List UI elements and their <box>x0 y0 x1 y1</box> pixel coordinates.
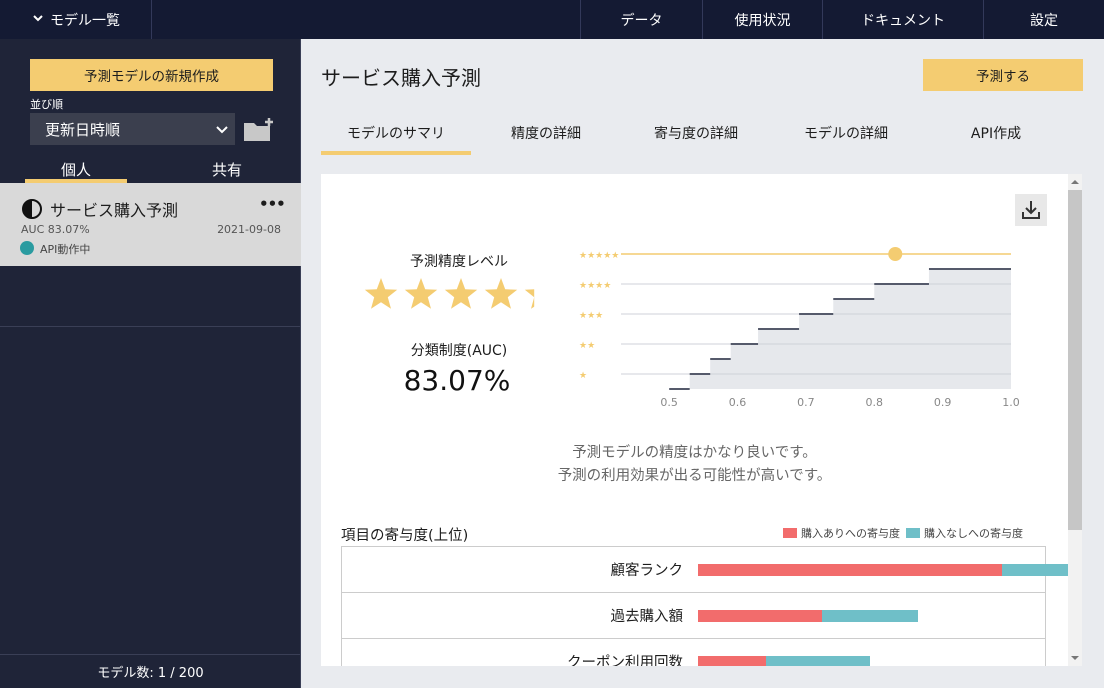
contribution-bar-positive <box>698 656 766 666</box>
tab-personal[interactable]: 個人 <box>25 159 127 183</box>
summary-line-2: 予測の利用効果が出る可能性が高いです。 <box>557 468 832 484</box>
auc-label: 分類制度(AUC) <box>410 343 508 359</box>
chart-x-tick-label: 0.8 <box>866 396 884 409</box>
contribution-bar-negative <box>822 610 918 622</box>
model-item-status: API動作中 <box>40 243 91 256</box>
legend-negative-swatch <box>906 528 920 538</box>
nav-settings[interactable]: 設定 <box>983 0 1104 39</box>
accuracy-chart: ★★★★★★★★★★★★★★★0.5 0.6 0.7 0.8 0.9 1.0 <box>579 247 1020 409</box>
rating-star <box>444 278 478 309</box>
sidebar-tabs: 個人 共有 <box>0 159 301 183</box>
rating-star <box>524 289 535 309</box>
chart-x-tick-label: 1.0 <box>1002 396 1020 409</box>
chart-x-tick-label: 0.6 <box>729 396 747 409</box>
contribution-row: 過去購入額 <box>342 593 1045 639</box>
new-folder-icon[interactable] <box>243 117 275 143</box>
chart-y-tick-label: ★ <box>579 371 587 381</box>
contribution-row: 顧客ランク <box>342 547 1068 593</box>
contribution-legend: 購入ありへの寄与度 購入なしへの寄与度 <box>783 526 1023 540</box>
rating-star <box>484 278 518 309</box>
model-list-toggle[interactable]: モデル一覧 <box>0 0 152 39</box>
scrollbar-thumb[interactable] <box>1068 190 1082 530</box>
contribution-title: 項目の寄与度(上位) <box>341 528 469 544</box>
nav-documents[interactable]: ドキュメント <box>822 0 983 39</box>
nav-data[interactable]: データ <box>580 0 702 39</box>
download-icon <box>1022 201 1040 219</box>
chart-area <box>669 254 1011 389</box>
tab-api-creation[interactable]: API作成 <box>921 121 1071 155</box>
contribution-row: クーポン利用回数 <box>342 639 1045 666</box>
star-rating <box>364 278 535 309</box>
summary-card: 予測精度レベル 分類制度(AUC) 83.07% ★ ★★ ★★★ ★★★★ ★★★★★… <box>321 174 1068 666</box>
status-dot-icon <box>20 241 34 255</box>
auc-value: 83.07% <box>403 364 511 397</box>
model-count: モデル数: 1 / 200 <box>0 654 301 688</box>
chevron-down-icon <box>33 15 43 22</box>
sidebar: 予測モデルの新規作成 並び順 更新日時順 個人 共有 サービス購入予測 ••• … <box>0 39 301 688</box>
top-bar: モデル一覧 データ 使用状況 ドキュメント 設定 <box>0 0 1104 39</box>
main-tabs: モデルのサマリ 精度の詳細 寄与度の詳細 モデルの詳細 API作成 <box>321 121 1081 155</box>
model-item-date: 2021-09-08 <box>217 223 281 236</box>
tab-contribution-details[interactable]: 寄与度の詳細 <box>621 121 771 155</box>
accuracy-level-label: 予測精度レベル <box>410 254 508 270</box>
main-panel: サービス購入予測 予測する モデルのサマリ 精度の詳細 寄与度の詳細 モデルの詳… <box>301 39 1104 688</box>
contribution-feature: 過去購入額 <box>610 609 684 625</box>
nav-usage[interactable]: 使用状況 <box>702 0 822 39</box>
sort-value: 更新日時順 <box>45 120 121 139</box>
sort-select[interactable]: 更新日時順 <box>30 113 235 145</box>
summary-line-1: 予測モデルの精度はかなり良いです。 <box>572 445 817 461</box>
contribution-bar-negative <box>766 656 870 666</box>
new-model-button[interactable]: 予測モデルの新規作成 <box>30 59 273 91</box>
chart-marker-point <box>888 247 903 261</box>
more-icon[interactable]: ••• <box>259 195 286 213</box>
chart-y-tick-label: ★★ <box>579 341 595 351</box>
rating-star <box>364 278 398 309</box>
contribution-feature: クーポン利用回数 <box>567 655 683 666</box>
chart-x-tick-label: 0.9 <box>934 396 952 409</box>
sidebar-divider <box>0 326 301 327</box>
tab-model-summary[interactable]: モデルのサマリ <box>321 121 471 155</box>
sort-label: 並び順 <box>30 98 63 111</box>
legend-positive-label: 購入ありへの寄与度 <box>801 527 900 540</box>
download-button[interactable] <box>1015 194 1047 226</box>
predict-button[interactable]: 予測する <box>923 59 1083 91</box>
contribution-bar-positive <box>698 564 1002 576</box>
app-window: モデル一覧 データ 使用状況 ドキュメント 設定 予測モデルの新規作成 並び順 … <box>0 0 1104 688</box>
tab-shared[interactable]: 共有 <box>176 159 278 180</box>
chart-x-tick-label: 0.7 <box>797 396 815 409</box>
model-item-auc: AUC 83.07% <box>21 223 90 236</box>
legend-positive-swatch <box>783 528 797 538</box>
contribution-table: 顧客ランク過去購入額クーポン利用回数 <box>341 546 1068 666</box>
chevron-down-icon <box>216 126 228 134</box>
chart-x-tick-label: 0.5 <box>660 396 678 409</box>
rating-star <box>404 278 438 309</box>
tab-accuracy-details[interactable]: 精度の詳細 <box>471 121 621 155</box>
scroll-down-icon[interactable] <box>1071 654 1079 662</box>
model-list-label: モデル一覧 <box>50 12 120 29</box>
top-nav: データ 使用状況 ドキュメント 設定 <box>580 0 1104 39</box>
chart-y-tick-label: ★★★ <box>579 311 603 321</box>
chart-y-tick-label: ★★★★★ <box>579 251 619 261</box>
chart-y-tick-label: ★★★★ <box>579 281 611 291</box>
model-item-name: サービス購入予測 <box>50 201 179 220</box>
tab-model-details[interactable]: モデルの詳細 <box>771 121 921 155</box>
model-list-item[interactable]: サービス購入予測 ••• AUC 83.07% 2021-09-08 API動作… <box>0 183 301 266</box>
half-circle-icon <box>22 199 42 219</box>
scroll-up-icon[interactable] <box>1071 178 1079 186</box>
scrollbar[interactable] <box>1068 174 1082 666</box>
summary-text: 予測モデルの精度はかなり良いです。 予測の利用効果が出る可能性が高いです。 <box>321 442 1068 488</box>
contribution-feature: 顧客ランク <box>610 563 684 579</box>
contribution-bar-positive <box>698 610 822 622</box>
page-title: サービス購入予測 <box>321 66 481 90</box>
legend-negative-label: 購入なしへの寄与度 <box>924 527 1023 540</box>
contribution-bar-negative <box>1002 564 1068 576</box>
